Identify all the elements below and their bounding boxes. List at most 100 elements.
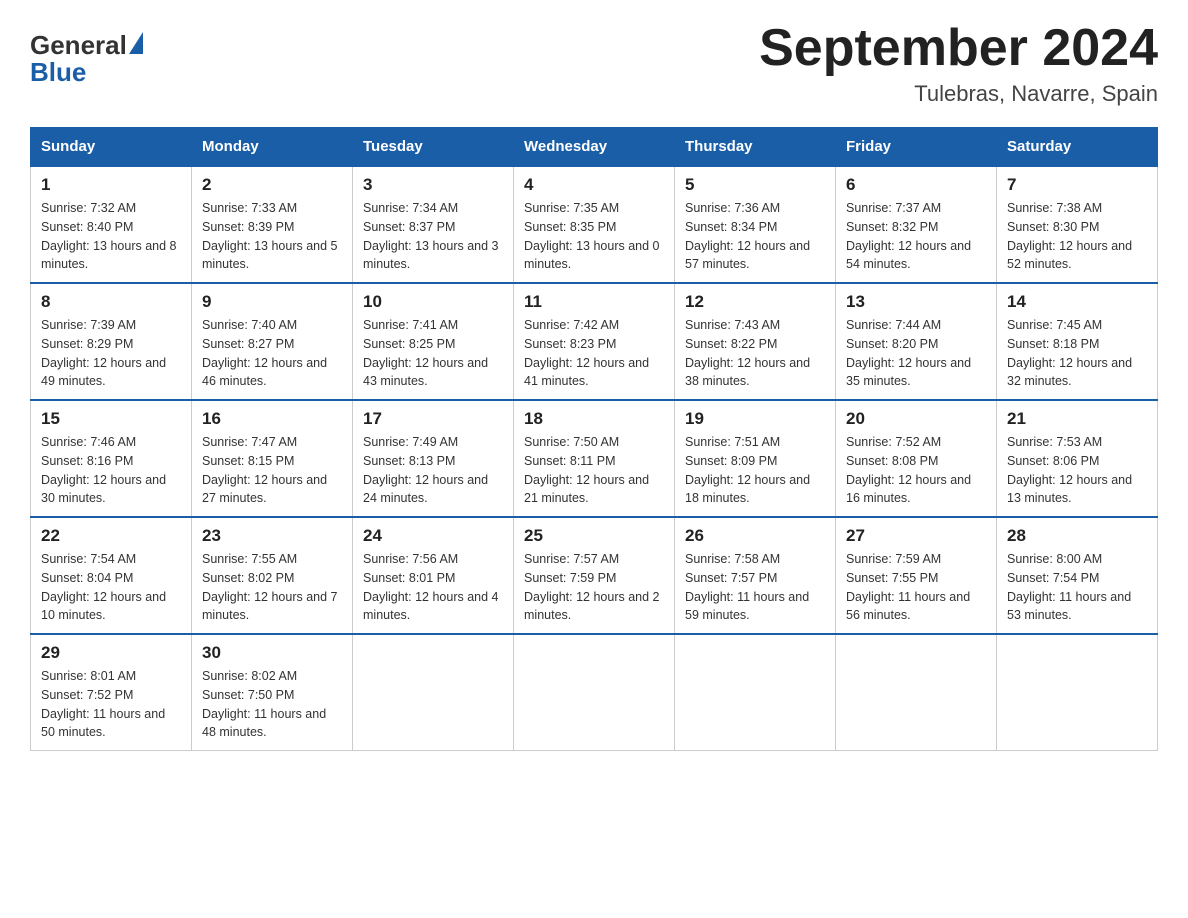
day-info: Sunrise: 7:42 AMSunset: 8:23 PMDaylight:… [524, 318, 649, 388]
day-number: 18 [524, 409, 664, 429]
col-friday: Friday [836, 128, 997, 167]
day-number: 24 [363, 526, 503, 546]
calendar-day-cell [353, 634, 514, 751]
day-number: 14 [1007, 292, 1147, 312]
calendar-day-cell: 20 Sunrise: 7:52 AMSunset: 8:08 PMDaylig… [836, 400, 997, 517]
day-number: 11 [524, 292, 664, 312]
day-number: 9 [202, 292, 342, 312]
calendar-day-cell: 4 Sunrise: 7:35 AMSunset: 8:35 PMDayligh… [514, 166, 675, 283]
day-info: Sunrise: 7:36 AMSunset: 8:34 PMDaylight:… [685, 201, 810, 271]
calendar-subtitle: Tulebras, Navarre, Spain [759, 81, 1158, 107]
day-info: Sunrise: 7:40 AMSunset: 8:27 PMDaylight:… [202, 318, 327, 388]
day-info: Sunrise: 8:00 AMSunset: 7:54 PMDaylight:… [1007, 552, 1131, 622]
calendar-week-row: 8 Sunrise: 7:39 AMSunset: 8:29 PMDayligh… [31, 283, 1158, 400]
logo-triangle-icon [129, 32, 143, 54]
calendar-day-cell: 23 Sunrise: 7:55 AMSunset: 8:02 PMDaylig… [192, 517, 353, 634]
title-block: September 2024 Tulebras, Navarre, Spain [759, 20, 1158, 107]
calendar-day-cell: 18 Sunrise: 7:50 AMSunset: 8:11 PMDaylig… [514, 400, 675, 517]
calendar-day-cell: 10 Sunrise: 7:41 AMSunset: 8:25 PMDaylig… [353, 283, 514, 400]
day-info: Sunrise: 7:49 AMSunset: 8:13 PMDaylight:… [363, 435, 488, 505]
calendar-day-cell: 6 Sunrise: 7:37 AMSunset: 8:32 PMDayligh… [836, 166, 997, 283]
calendar-day-cell: 11 Sunrise: 7:42 AMSunset: 8:23 PMDaylig… [514, 283, 675, 400]
day-number: 21 [1007, 409, 1147, 429]
page-header: General Blue September 2024 Tulebras, Na… [30, 20, 1158, 107]
day-number: 1 [41, 175, 181, 195]
day-info: Sunrise: 7:37 AMSunset: 8:32 PMDaylight:… [846, 201, 971, 271]
calendar-title: September 2024 [759, 20, 1158, 77]
day-info: Sunrise: 7:56 AMSunset: 8:01 PMDaylight:… [363, 552, 499, 622]
calendar-day-cell [514, 634, 675, 751]
day-info: Sunrise: 7:55 AMSunset: 8:02 PMDaylight:… [202, 552, 338, 622]
day-info: Sunrise: 7:50 AMSunset: 8:11 PMDaylight:… [524, 435, 649, 505]
calendar-day-cell: 2 Sunrise: 7:33 AMSunset: 8:39 PMDayligh… [192, 166, 353, 283]
day-number: 3 [363, 175, 503, 195]
calendar-day-cell: 13 Sunrise: 7:44 AMSunset: 8:20 PMDaylig… [836, 283, 997, 400]
day-number: 13 [846, 292, 986, 312]
day-info: Sunrise: 7:43 AMSunset: 8:22 PMDaylight:… [685, 318, 810, 388]
day-number: 5 [685, 175, 825, 195]
day-info: Sunrise: 8:02 AMSunset: 7:50 PMDaylight:… [202, 669, 326, 739]
day-info: Sunrise: 7:38 AMSunset: 8:30 PMDaylight:… [1007, 201, 1132, 271]
day-info: Sunrise: 7:47 AMSunset: 8:15 PMDaylight:… [202, 435, 327, 505]
day-number: 22 [41, 526, 181, 546]
day-number: 25 [524, 526, 664, 546]
calendar-day-cell: 9 Sunrise: 7:40 AMSunset: 8:27 PMDayligh… [192, 283, 353, 400]
day-info: Sunrise: 7:46 AMSunset: 8:16 PMDaylight:… [41, 435, 166, 505]
col-saturday: Saturday [997, 128, 1158, 167]
col-sunday: Sunday [31, 128, 192, 167]
logo-wordmark: General Blue [30, 30, 143, 88]
calendar-day-cell: 25 Sunrise: 7:57 AMSunset: 7:59 PMDaylig… [514, 517, 675, 634]
day-number: 4 [524, 175, 664, 195]
day-number: 8 [41, 292, 181, 312]
day-info: Sunrise: 7:44 AMSunset: 8:20 PMDaylight:… [846, 318, 971, 388]
day-number: 15 [41, 409, 181, 429]
calendar-day-cell: 17 Sunrise: 7:49 AMSunset: 8:13 PMDaylig… [353, 400, 514, 517]
day-number: 23 [202, 526, 342, 546]
col-tuesday: Tuesday [353, 128, 514, 167]
day-info: Sunrise: 7:41 AMSunset: 8:25 PMDaylight:… [363, 318, 488, 388]
calendar-day-cell: 27 Sunrise: 7:59 AMSunset: 7:55 PMDaylig… [836, 517, 997, 634]
day-info: Sunrise: 7:51 AMSunset: 8:09 PMDaylight:… [685, 435, 810, 505]
calendar-day-cell: 24 Sunrise: 7:56 AMSunset: 8:01 PMDaylig… [353, 517, 514, 634]
day-info: Sunrise: 7:45 AMSunset: 8:18 PMDaylight:… [1007, 318, 1132, 388]
calendar-day-cell: 14 Sunrise: 7:45 AMSunset: 8:18 PMDaylig… [997, 283, 1158, 400]
day-info: Sunrise: 7:54 AMSunset: 8:04 PMDaylight:… [41, 552, 166, 622]
calendar-day-cell: 3 Sunrise: 7:34 AMSunset: 8:37 PMDayligh… [353, 166, 514, 283]
day-number: 28 [1007, 526, 1147, 546]
calendar-day-cell: 29 Sunrise: 8:01 AMSunset: 7:52 PMDaylig… [31, 634, 192, 751]
calendar-day-cell: 16 Sunrise: 7:47 AMSunset: 8:15 PMDaylig… [192, 400, 353, 517]
day-number: 29 [41, 643, 181, 663]
day-number: 27 [846, 526, 986, 546]
calendar-day-cell: 30 Sunrise: 8:02 AMSunset: 7:50 PMDaylig… [192, 634, 353, 751]
day-number: 17 [363, 409, 503, 429]
day-info: Sunrise: 7:58 AMSunset: 7:57 PMDaylight:… [685, 552, 809, 622]
day-number: 16 [202, 409, 342, 429]
calendar-day-cell: 15 Sunrise: 7:46 AMSunset: 8:16 PMDaylig… [31, 400, 192, 517]
day-info: Sunrise: 7:33 AMSunset: 8:39 PMDaylight:… [202, 201, 338, 271]
day-info: Sunrise: 7:34 AMSunset: 8:37 PMDaylight:… [363, 201, 499, 271]
calendar-day-cell: 7 Sunrise: 7:38 AMSunset: 8:30 PMDayligh… [997, 166, 1158, 283]
calendar-day-cell [675, 634, 836, 751]
calendar-week-row: 15 Sunrise: 7:46 AMSunset: 8:16 PMDaylig… [31, 400, 1158, 517]
calendar-day-cell: 8 Sunrise: 7:39 AMSunset: 8:29 PMDayligh… [31, 283, 192, 400]
day-info: Sunrise: 7:59 AMSunset: 7:55 PMDaylight:… [846, 552, 970, 622]
logo-blue-text: Blue [30, 57, 143, 88]
day-number: 19 [685, 409, 825, 429]
day-info: Sunrise: 7:39 AMSunset: 8:29 PMDaylight:… [41, 318, 166, 388]
calendar-header-row: Sunday Monday Tuesday Wednesday Thursday… [31, 128, 1158, 167]
day-info: Sunrise: 8:01 AMSunset: 7:52 PMDaylight:… [41, 669, 165, 739]
day-number: 2 [202, 175, 342, 195]
day-number: 12 [685, 292, 825, 312]
day-info: Sunrise: 7:52 AMSunset: 8:08 PMDaylight:… [846, 435, 971, 505]
calendar-day-cell: 1 Sunrise: 7:32 AMSunset: 8:40 PMDayligh… [31, 166, 192, 283]
calendar-day-cell: 21 Sunrise: 7:53 AMSunset: 8:06 PMDaylig… [997, 400, 1158, 517]
logo: General Blue [30, 30, 143, 88]
calendar-day-cell: 26 Sunrise: 7:58 AMSunset: 7:57 PMDaylig… [675, 517, 836, 634]
day-number: 10 [363, 292, 503, 312]
day-number: 26 [685, 526, 825, 546]
calendar-day-cell: 5 Sunrise: 7:36 AMSunset: 8:34 PMDayligh… [675, 166, 836, 283]
day-number: 30 [202, 643, 342, 663]
calendar-day-cell: 28 Sunrise: 8:00 AMSunset: 7:54 PMDaylig… [997, 517, 1158, 634]
day-info: Sunrise: 7:53 AMSunset: 8:06 PMDaylight:… [1007, 435, 1132, 505]
calendar-day-cell: 12 Sunrise: 7:43 AMSunset: 8:22 PMDaylig… [675, 283, 836, 400]
